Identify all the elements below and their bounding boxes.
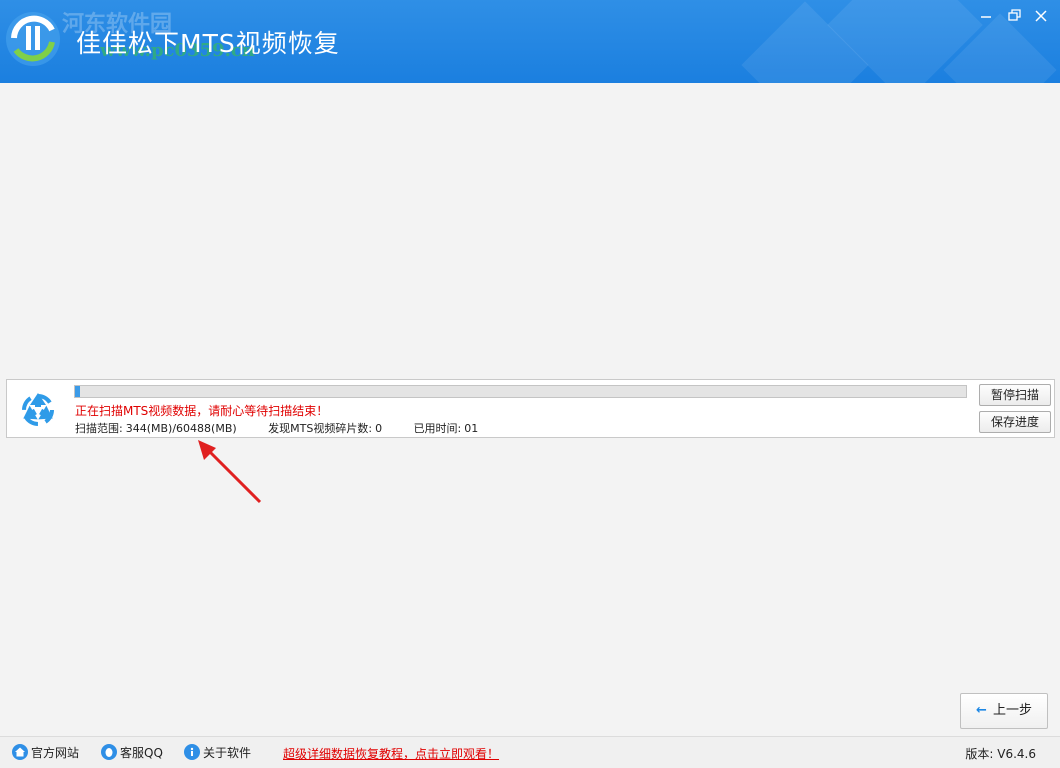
- found-fragments-value: 0: [375, 422, 383, 435]
- qq-penguin-icon: [101, 744, 117, 760]
- info-icon: [184, 744, 200, 760]
- app-logo-icon: [6, 12, 60, 66]
- elapsed-time-label: 已用时间:: [413, 422, 462, 435]
- tutorial-link[interactable]: 超级详细数据恢复教程，点击立即观看！: [283, 745, 499, 762]
- elapsed-time: 已用时间: 01: [414, 422, 493, 435]
- close-icon: [1035, 10, 1047, 22]
- scan-progress-fill: [75, 386, 81, 397]
- scan-range-value: 344(MB)/60488(MB): [125, 422, 237, 435]
- scan-progress-bar: [74, 385, 967, 398]
- scan-status-text: 正在扫描MTS视频数据，请耐心等待扫描结束！: [75, 404, 329, 418]
- main-area: 正在扫描MTS视频数据，请耐心等待扫描结束！ 扫描范围: 344(MB)/6048…: [2, 83, 1058, 736]
- footer-bar: 官方网站 客服QQ 关于软件 超级详细数据恢复教程，点击立即观看！ 版本: V6…: [0, 736, 1060, 768]
- about-software-label: 关于软件: [203, 745, 252, 760]
- back-button[interactable]: ← 上一步: [960, 693, 1048, 729]
- official-website-label: 官方网站: [31, 745, 80, 760]
- recycle-icon: [22, 393, 54, 426]
- back-arrow-icon: ←: [976, 703, 987, 718]
- about-software-link[interactable]: 关于软件: [184, 743, 251, 761]
- close-button[interactable]: [1030, 6, 1052, 26]
- minimize-button[interactable]: [975, 6, 997, 26]
- scan-range-label: 扫描范围:: [75, 422, 123, 435]
- app-title: 佳佳松下MTS视频恢复: [76, 29, 340, 58]
- restore-icon: [1008, 9, 1021, 21]
- scan-range: 扫描范围: 344(MB)/60488(MB): [75, 422, 251, 435]
- pause-scan-button[interactable]: 暂停扫描: [979, 384, 1051, 406]
- found-fragments-label: 发现MTS视频碎片数:: [268, 422, 373, 435]
- annotation-arrow-icon: [198, 440, 262, 504]
- customer-service-qq-label: 客服QQ: [120, 745, 163, 760]
- title-bar: 河东软件园 www.pc0359.cn 佳佳松下MTS视频恢复: [0, 0, 1060, 83]
- found-fragments: 发现MTS视频碎片数: 0: [268, 422, 396, 435]
- customer-service-qq-link[interactable]: 客服QQ: [101, 743, 163, 761]
- minimize-icon: [981, 16, 991, 18]
- restore-button[interactable]: [1003, 6, 1025, 26]
- elapsed-time-value: 01: [464, 422, 479, 435]
- back-button-label: 上一步: [992, 703, 1032, 718]
- scan-info-line: 扫描范围: 344(MB)/60488(MB) 发现MTS视频碎片数: 0 已用时间…: [75, 420, 506, 436]
- home-icon: [12, 744, 28, 760]
- scan-panel: 正在扫描MTS视频数据，请耐心等待扫描结束！ 扫描范围: 344(MB)/6048…: [6, 379, 1055, 438]
- version-label: 版本: V6.4.6: [965, 747, 1036, 761]
- save-progress-button[interactable]: 保存进度: [979, 411, 1051, 433]
- official-website-link[interactable]: 官方网站: [12, 743, 79, 761]
